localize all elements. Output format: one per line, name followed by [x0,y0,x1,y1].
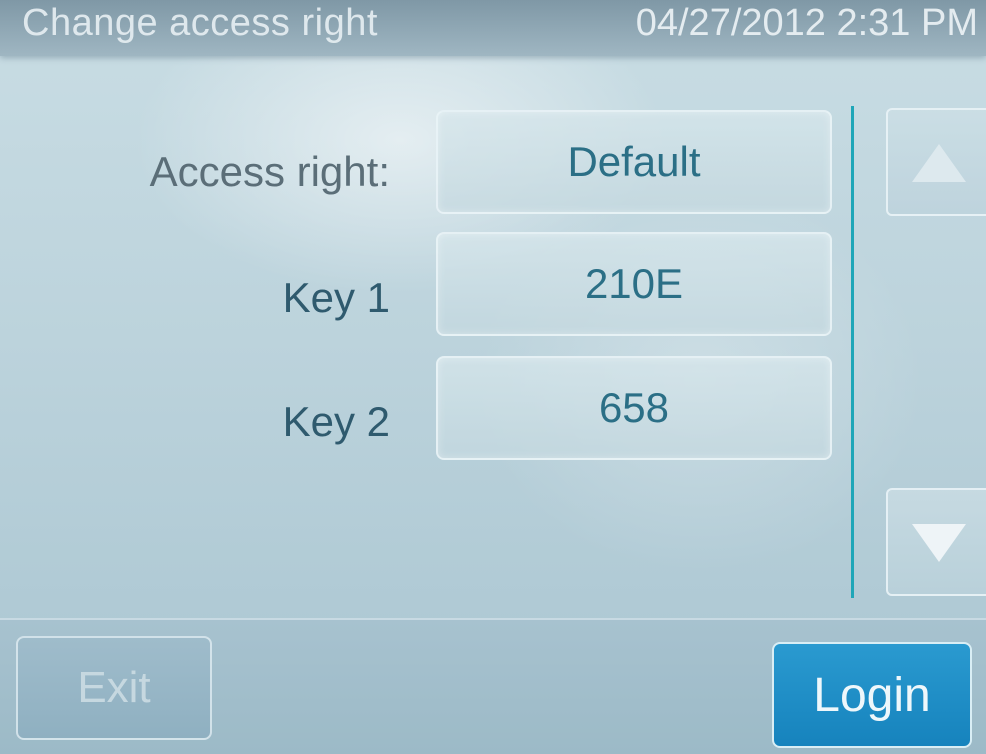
key1-label: Key 1 [282,274,390,321]
hmi-screen: Change access right 04/27/2012 2:31 PM A… [0,0,986,754]
exit-button[interactable]: Exit [16,636,212,740]
datetime-display: 04/27/2012 2:31 PM [635,2,978,44]
scroll-down-button[interactable] [886,488,986,596]
scroll-up-button[interactable] [886,108,986,216]
scroll-track-divider [851,106,854,598]
page-title: Change access right [22,2,378,44]
key2-field[interactable]: 658 [436,356,832,460]
title-bar: Change access right 04/27/2012 2:31 PM [0,0,986,56]
login-button[interactable]: Login [772,642,972,748]
access-right-field[interactable]: Default [436,110,832,214]
key1-field[interactable]: 210E [436,232,832,336]
key2-label: Key 2 [282,398,390,445]
triangle-up-icon [912,144,966,182]
access-right-label: Access right: [149,148,390,195]
triangle-down-icon [912,524,966,562]
